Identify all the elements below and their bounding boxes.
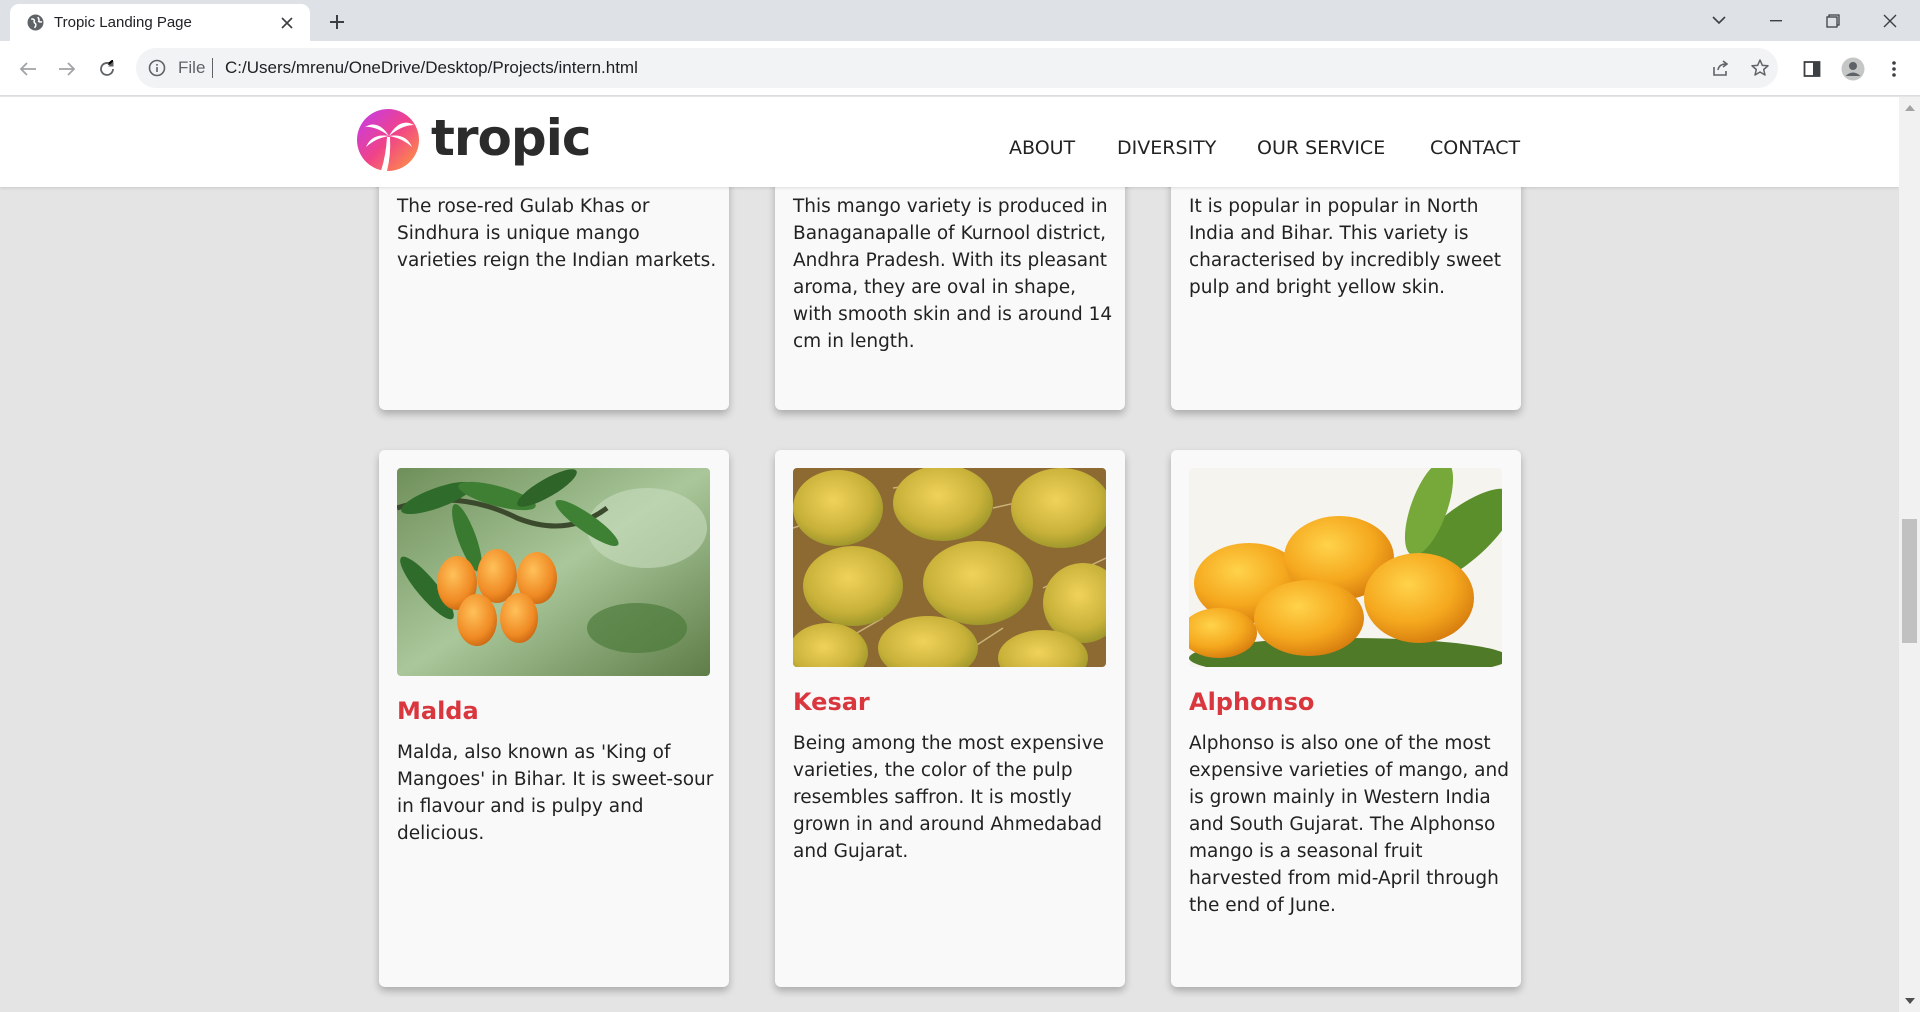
card-title: Alphonso (1189, 688, 1315, 716)
nav-contact[interactable]: CONTACT (1430, 136, 1520, 160)
card-description: It is popular in popular in North India … (1189, 196, 1501, 298)
mango-card-kesar: Kesar Being among the most expensive var… (775, 450, 1125, 987)
mango-card-alphonso: Alphonso Alphonso is also one of the mos… (1171, 450, 1521, 987)
side-panel-icon[interactable] (1800, 57, 1824, 81)
address-bar[interactable]: File C:/Users/mrenu/OneDrive/Desktop/Pro… (136, 48, 1778, 88)
logo-text: tropic (431, 109, 591, 167)
palm-logo-icon (357, 109, 419, 171)
browser-tab[interactable]: Tropic Landing Page (10, 4, 310, 41)
mango-card-malda: Malda Malda, also known as 'King of Mang… (379, 450, 729, 987)
new-tab-plus-icon[interactable] (325, 10, 349, 34)
tab-search-chevron-icon[interactable] (1691, 0, 1747, 41)
bookmark-star-icon[interactable] (1750, 58, 1770, 78)
browser-toolbar: File C:/Users/mrenu/OneDrive/Desktop/Pro… (0, 41, 1920, 96)
nav-our-service[interactable]: OUR SERVICE (1257, 136, 1385, 160)
forward-arrow-icon[interactable] (53, 55, 81, 83)
omnibox-divider (212, 58, 213, 78)
profile-avatar-icon[interactable] (1841, 57, 1865, 81)
url-scheme-label: File (178, 58, 206, 77)
back-arrow-icon[interactable] (14, 55, 42, 83)
kesar-mango-image (793, 468, 1106, 667)
page-viewport: tropic ABOUT DIVERSITY OUR SERVICE CONTA… (0, 97, 1899, 1012)
globe-icon (27, 14, 44, 31)
tropic-logo[interactable]: tropic (356, 107, 591, 173)
share-icon[interactable] (1711, 58, 1731, 78)
card-description: Being among the most expensive varieties… (793, 733, 1104, 862)
card-description: The rose-red Gulab Khas or Sindhura is u… (397, 196, 717, 271)
card-description: Alphonso is also one of the most expensi… (1189, 733, 1509, 916)
browser-tab-strip: Tropic Landing Page (0, 0, 1920, 41)
url-text[interactable]: C:/Users/mrenu/OneDrive/Desktop/Projects… (225, 58, 638, 78)
card-title: Malda (397, 697, 479, 725)
scroll-down-arrow-icon[interactable] (1905, 998, 1915, 1004)
card-title: Kesar (793, 688, 870, 716)
reload-icon[interactable] (93, 55, 121, 83)
tab-title: Tropic Landing Page (54, 14, 192, 31)
close-window-icon[interactable] (1862, 0, 1918, 41)
site-header: tropic ABOUT DIVERSITY OUR SERVICE CONTA… (0, 97, 1899, 187)
nav-diversity[interactable]: DIVERSITY (1117, 136, 1216, 160)
scroll-up-arrow-icon[interactable] (1905, 105, 1915, 111)
card-description: Malda, also known as 'King of Mangoes' i… (397, 742, 714, 844)
minimize-icon[interactable] (1748, 0, 1804, 41)
close-tab-icon[interactable] (277, 13, 296, 32)
alphonso-mango-image (1189, 468, 1502, 667)
nav-about[interactable]: ABOUT (1009, 136, 1075, 160)
malda-mango-image (397, 468, 710, 676)
info-icon[interactable] (148, 59, 166, 77)
vertical-scrollbar[interactable] (1899, 97, 1920, 1012)
restore-icon[interactable] (1805, 0, 1861, 41)
scrollbar-thumb[interactable] (1902, 519, 1917, 643)
menu-kebab-icon[interactable] (1882, 57, 1906, 81)
card-description: This mango variety is produced in Banaga… (793, 196, 1113, 352)
